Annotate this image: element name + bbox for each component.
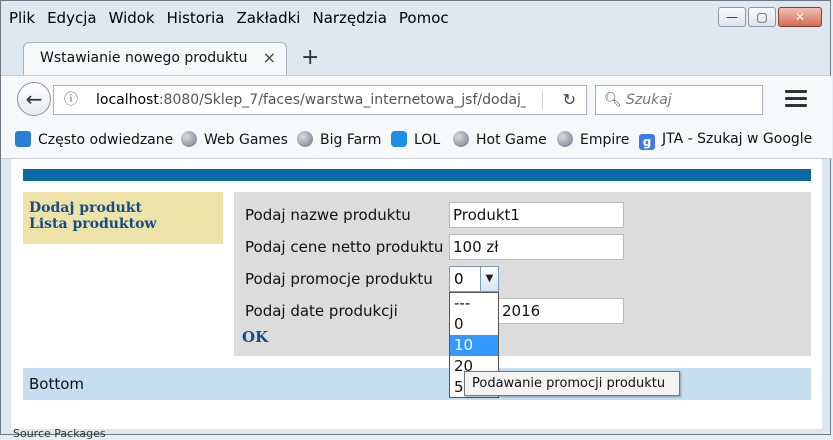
bookmark-jta-google[interactable]: g JTA - Szukaj w Google xyxy=(639,131,812,150)
info-icon[interactable]: ⓘ xyxy=(64,86,78,114)
menu-pomoc[interactable]: Pomoc xyxy=(399,9,449,33)
background-window-text: Source Packages xyxy=(13,427,106,440)
tab-strip: Wstawianie nowego produktu × + xyxy=(1,37,832,75)
name-label: Podaj nazwe produktu xyxy=(245,206,411,224)
search-input[interactable]: 🔍︎ Szukaj xyxy=(595,85,763,115)
menu-edycja[interactable]: Edycja xyxy=(47,9,96,33)
search-placeholder: Szukaj xyxy=(626,92,672,108)
bookmark-label: Big Farm xyxy=(320,132,382,148)
bookmark-label: Web Games xyxy=(204,132,288,148)
hamburger-menu-icon[interactable] xyxy=(785,90,807,108)
bookmark-empire[interactable]: Empire xyxy=(557,131,629,148)
menu-plik[interactable]: Plik xyxy=(9,9,35,33)
url-bar[interactable]: ⓘ localhost:8080/Sklep_7/faces/warstwa_i… xyxy=(53,85,587,115)
close-window-button[interactable]: ✕ xyxy=(778,7,822,27)
new-tab-button[interactable]: + xyxy=(301,45,319,70)
link-dodaj-produkt[interactable]: Dodaj produkt xyxy=(29,200,223,216)
bookmark-hot-game[interactable]: Hot Game xyxy=(453,131,547,148)
menu-narzedzia[interactable]: Narzędzia xyxy=(312,9,386,33)
url-host: localhost xyxy=(96,92,159,108)
price-label: Podaj cene netto produktu xyxy=(245,238,444,256)
bottom-bar: Bottom xyxy=(23,368,811,400)
tab-title: Wstawianie nowego produktu xyxy=(40,50,248,66)
side-menu: Dodaj produkt Lista produktow xyxy=(23,192,223,244)
bookmark-lol[interactable]: LOL xyxy=(391,131,440,148)
promo-tooltip: Podawanie promocji produktu xyxy=(464,371,680,396)
globe-icon xyxy=(181,131,197,147)
window-controls: — ▢ ✕ xyxy=(718,7,822,27)
frequent-icon xyxy=(15,131,31,147)
bookmarks-toolbar: Często odwiedzane Web Games Big Farm LOL… xyxy=(1,122,832,159)
bookmark-label: Hot Game xyxy=(476,132,547,148)
menu-bar: Plik Edycja Widok Historia Zakładki Narz… xyxy=(9,9,461,33)
product-form: Podaj nazwe produktu Produkt1 Podaj cene… xyxy=(234,192,811,356)
globe-icon xyxy=(557,131,573,147)
restore-button[interactable]: ▢ xyxy=(748,7,776,27)
url-text[interactable]: localhost:8080/Sklep_7/faces/warstwa_int… xyxy=(96,86,526,114)
dropdown-option-highlighted[interactable]: 10 xyxy=(450,335,498,356)
lol-icon xyxy=(391,131,407,147)
tab-active[interactable]: Wstawianie nowego produktu × xyxy=(23,42,287,75)
date-label: Podaj date produkcji xyxy=(245,302,398,320)
promo-label: Podaj promocje produktu xyxy=(245,270,433,288)
header-stripe xyxy=(23,169,811,181)
url-path: :8080/Sklep_7/faces/warstwa_internetowa_… xyxy=(158,92,526,108)
menu-historia[interactable]: Historia xyxy=(167,9,225,33)
promo-selected-value: 0 xyxy=(454,270,464,288)
navigation-bar: ← ⓘ localhost:8080/Sklep_7/faces/warstwa… xyxy=(1,75,832,122)
globe-icon xyxy=(297,131,313,147)
back-button[interactable]: ← xyxy=(17,82,51,116)
browser-window: Plik Edycja Widok Historia Zakładki Narz… xyxy=(0,0,832,440)
reload-icon[interactable]: ↻ xyxy=(563,86,576,114)
bookmark-web-games[interactable]: Web Games xyxy=(181,131,288,148)
page-content: Dodaj produkt Lista produktow Podaj nazw… xyxy=(11,159,822,429)
dropdown-option[interactable]: --- xyxy=(450,293,498,314)
bookmark-big-farm[interactable]: Big Farm xyxy=(297,131,381,148)
name-field[interactable]: Produkt1 xyxy=(449,202,624,228)
bookmark-label: JTA - Szukaj w Google xyxy=(662,131,813,147)
magnifier-icon: 🔍︎ xyxy=(604,92,622,108)
bookmark-czesto-odwiedzane[interactable]: Często odwiedzane xyxy=(15,131,173,148)
globe-icon xyxy=(453,131,469,147)
price-field[interactable]: 100 zł xyxy=(449,234,624,260)
bookmark-label: Empire xyxy=(580,132,630,148)
bookmark-label: LOL xyxy=(414,132,441,148)
url-separator xyxy=(542,90,543,110)
promo-select[interactable]: 0 ▼ xyxy=(449,266,499,292)
link-lista-produktow[interactable]: Lista produktow xyxy=(29,216,223,232)
chevron-down-icon[interactable]: ▼ xyxy=(480,267,498,291)
google-icon: g xyxy=(639,134,655,150)
menu-widok[interactable]: Widok xyxy=(109,9,155,33)
dropdown-option[interactable]: 0 xyxy=(450,314,498,335)
bookmark-label: Często odwiedzane xyxy=(38,132,174,148)
menu-zakladki[interactable]: Zakładki xyxy=(236,9,300,33)
minimize-button[interactable]: — xyxy=(718,7,746,27)
tab-close-icon[interactable]: × xyxy=(263,43,276,73)
ok-button[interactable]: OK xyxy=(242,328,268,346)
